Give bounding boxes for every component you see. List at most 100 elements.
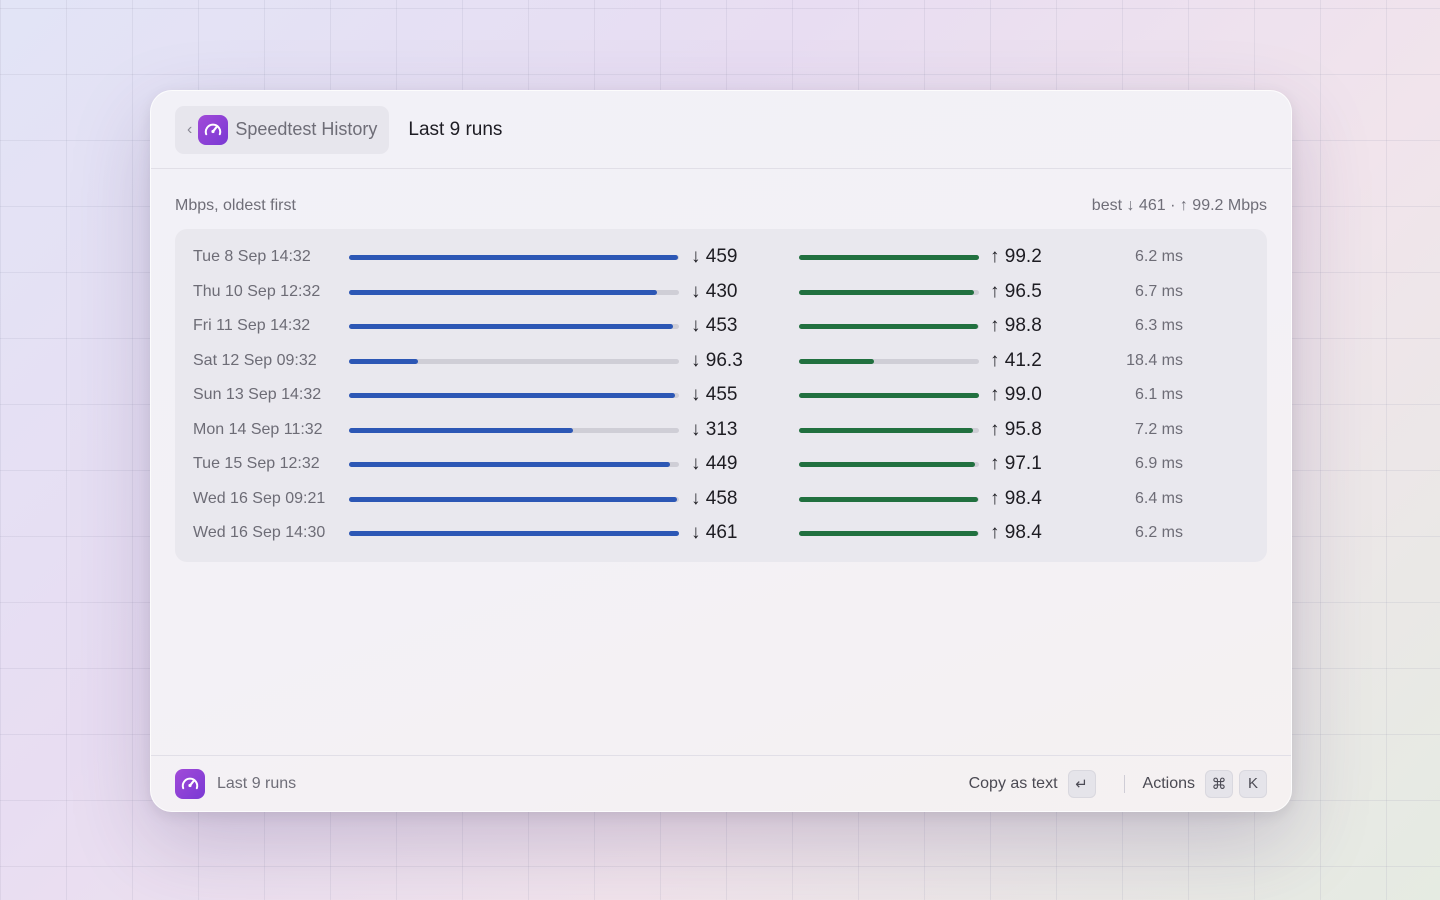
upload-value: ↑ 96.5	[990, 280, 1042, 302]
copy-as-text-button[interactable]: Copy as text	[969, 775, 1058, 793]
run-date: Fri 11 Sep 14:32	[193, 317, 311, 334]
download-bar-fill	[349, 462, 671, 467]
upload-value: ↑ 95.8	[990, 418, 1042, 440]
download-bar-fill	[349, 393, 675, 398]
download-bar	[349, 289, 679, 295]
upload-bar	[799, 393, 979, 398]
upload-bar	[799, 531, 979, 536]
actions-button[interactable]: Actions	[1143, 775, 1195, 793]
run-date: Wed 16 Sep 14:30	[193, 524, 326, 541]
run-date: Tue 15 Sep 12:32	[193, 455, 320, 472]
upload-value: ↑ 98.4	[990, 522, 1042, 543]
upload-bar-fill	[799, 289, 975, 295]
run-row[interactable]: Tue 8 Sep 14:32 ↓ 459 ↑ 99.2 6.2 ms	[175, 243, 1267, 273]
ping-value: 6.2 ms	[1134, 248, 1183, 265]
run-row[interactable]: Fri 11 Sep 14:32 ↓ 453 ↑ 98.8 6.3 ms	[175, 312, 1267, 342]
download-bar-fill	[349, 427, 574, 433]
speedometer-icon	[198, 114, 229, 145]
run-date: Sun 13 Sep 14:32	[193, 386, 322, 403]
download-bar	[349, 531, 679, 536]
speedtest-history-window: ‹ Speedtest History Last 9 runs Mbps, ol…	[150, 90, 1292, 812]
upload-bar-fill	[799, 255, 979, 260]
download-value: ↓ 430	[691, 280, 738, 302]
run-date: Wed 16 Sep 09:21	[193, 489, 326, 507]
upload-bar-fill	[799, 462, 976, 467]
back-button[interactable]: ‹ Speedtest History	[175, 105, 390, 154]
subheader: Mbps, oldest first best ↓ 461 · ↑ 99.2 M…	[175, 197, 1267, 215]
download-bar-fill	[349, 531, 679, 536]
upload-bar	[799, 358, 979, 364]
download-value: ↓ 461	[691, 522, 738, 543]
download-bar	[349, 324, 679, 329]
upload-bar	[799, 289, 979, 295]
download-bar	[349, 393, 679, 398]
run-date: Thu 10 Sep 12:32	[193, 282, 321, 300]
run-row[interactable]: Sun 13 Sep 14:32 ↓ 455 ↑ 99.0 6.1 ms	[175, 381, 1267, 411]
upload-bar	[799, 427, 979, 433]
download-bar	[349, 496, 679, 502]
download-bar-fill	[349, 496, 677, 502]
download-value: ↓ 453	[691, 315, 738, 336]
ping-value: 6.4 ms	[1134, 489, 1183, 507]
ping-value: 7.2 ms	[1134, 420, 1183, 438]
download-bar	[349, 358, 679, 364]
ping-value: 6.7 ms	[1134, 282, 1183, 300]
download-bar	[349, 462, 679, 467]
upload-bar	[799, 255, 979, 260]
run-date: Tue 8 Sep 14:32	[193, 248, 311, 265]
header: ‹ Speedtest History Last 9 runs	[151, 91, 1291, 169]
download-value: ↓ 458	[691, 487, 738, 509]
back-button-label: Speedtest History	[235, 119, 378, 139]
chevron-left-icon: ‹	[187, 120, 193, 138]
unit-note: Mbps, oldest first	[175, 197, 296, 214]
upload-bar	[799, 462, 979, 467]
upload-bar	[799, 496, 979, 502]
footer-title: Last 9 runs	[217, 774, 297, 792]
run-row[interactable]: Thu 10 Sep 12:32 ↓ 430 ↑ 96.5 6.7 ms	[175, 278, 1267, 308]
upload-value: ↑ 99.0	[990, 384, 1042, 405]
download-bar-fill	[349, 289, 657, 295]
download-bar-fill	[349, 255, 678, 260]
run-row[interactable]: Tue 15 Sep 12:32 ↓ 449 ↑ 97.1 6.9 ms	[175, 450, 1267, 480]
upload-bar-fill	[799, 496, 978, 502]
download-value: ↓ 455	[691, 384, 738, 405]
upload-value: ↑ 98.8	[990, 315, 1042, 336]
run-row[interactable]: Mon 14 Sep 11:32 ↓ 313 ↑ 95.8 7.2 ms	[175, 416, 1267, 446]
run-date: Mon 14 Sep 11:32	[193, 420, 323, 438]
return-key-icon: ↵	[1067, 769, 1096, 798]
ping-value: 6.2 ms	[1134, 524, 1183, 541]
k-key-icon: K	[1239, 769, 1267, 798]
download-bar-fill	[349, 324, 674, 329]
upload-value: ↑ 99.2	[990, 246, 1042, 267]
download-value: ↓ 96.3	[691, 349, 743, 371]
command-key-icon: ⌘	[1205, 769, 1233, 798]
page-title: Last 9 runs	[408, 118, 503, 140]
download-bar-fill	[349, 358, 418, 364]
footer-divider	[1123, 774, 1125, 793]
upload-value: ↑ 41.2	[990, 349, 1042, 371]
ping-value: 18.4 ms	[1126, 351, 1183, 369]
upload-bar-fill	[799, 393, 979, 398]
upload-bar	[799, 324, 979, 329]
download-value: ↓ 313	[691, 418, 738, 440]
runs-panel: Tue 8 Sep 14:32 ↓ 459 ↑ 99.2 6.2 ms Thu 10 S…	[175, 229, 1267, 562]
upload-bar-fill	[799, 324, 979, 329]
download-bar	[349, 427, 679, 433]
upload-value: ↑ 97.1	[990, 453, 1042, 474]
run-row[interactable]: Wed 16 Sep 09:21 ↓ 458 ↑ 98.4 6.4 ms	[175, 485, 1267, 515]
upload-value: ↑ 98.4	[990, 487, 1042, 509]
download-bar	[349, 255, 679, 260]
upload-bar-fill	[799, 427, 973, 433]
ping-value: 6.3 ms	[1134, 317, 1183, 334]
ping-value: 6.1 ms	[1134, 386, 1183, 403]
run-row[interactable]: Sat 12 Sep 09:32 ↓ 96.3 ↑ 41.2 18.4 ms	[175, 347, 1267, 377]
upload-bar-fill	[799, 358, 874, 364]
ping-value: 6.9 ms	[1134, 455, 1183, 472]
upload-bar-fill	[799, 531, 978, 536]
speedometer-icon	[175, 768, 205, 799]
footer: Last 9 runs Copy as text ↵ Actions ⌘ K	[151, 755, 1291, 811]
download-value: ↓ 459	[691, 246, 738, 267]
run-row[interactable]: Wed 16 Sep 14:30 ↓ 461 ↑ 98.4 6.2 ms	[175, 519, 1267, 549]
download-value: ↓ 449	[691, 453, 738, 474]
best-summary: best ↓ 461 · ↑ 99.2 Mbps	[1091, 197, 1267, 214]
